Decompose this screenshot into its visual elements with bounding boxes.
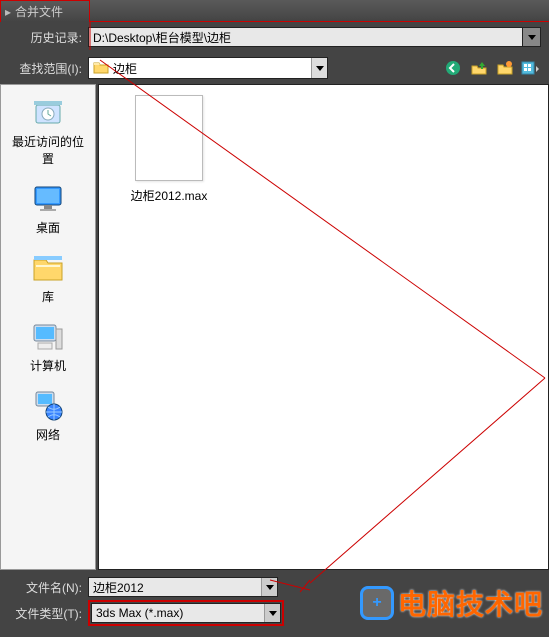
- view-menu-button[interactable]: [521, 58, 541, 78]
- recent-icon: [30, 95, 66, 131]
- history-dropdown-button[interactable]: [523, 27, 541, 47]
- file-item[interactable]: 边柜2012.max: [119, 95, 219, 204]
- filename-dropdown-button[interactable]: [261, 578, 277, 596]
- title-caret-icon: ▸: [5, 5, 11, 19]
- file-name-label: 边柜2012.max: [119, 187, 219, 204]
- filename-combo[interactable]: [88, 577, 278, 597]
- title-bar-rest: [90, 0, 549, 22]
- file-thumbnail-icon: [135, 95, 203, 181]
- sidebar-item-computer[interactable]: 计算机: [8, 317, 88, 376]
- filename-input[interactable]: [89, 580, 261, 594]
- sidebar-item-label: 库: [42, 288, 54, 305]
- filename-label: 文件名(N):: [8, 579, 88, 596]
- filename-row: 文件名(N):: [8, 577, 541, 597]
- main-area: 最近访问的位置 桌面 库 计算机 网络 边柜2012.max: [0, 84, 549, 570]
- history-row: 历史记录:: [0, 22, 549, 52]
- computer-icon: [30, 319, 66, 355]
- back-button[interactable]: [443, 58, 463, 78]
- sidebar-item-recent[interactable]: 最近访问的位置: [8, 93, 88, 169]
- lookin-text: 边柜: [113, 60, 311, 77]
- sidebar-item-label: 计算机: [30, 357, 66, 374]
- filetype-label: 文件类型(T):: [8, 605, 88, 622]
- chevron-down-icon: [528, 35, 536, 40]
- libraries-icon: [30, 250, 66, 286]
- sidebar-item-desktop[interactable]: 桌面: [8, 179, 88, 238]
- lookin-dropdown-button[interactable]: [311, 58, 327, 78]
- sidebar-item-label: 桌面: [36, 219, 60, 236]
- lookin-label: 查找范围(I):: [8, 60, 88, 77]
- chevron-down-icon: [269, 611, 277, 616]
- sidebar-item-libraries[interactable]: 库: [8, 248, 88, 307]
- filetype-row: 文件类型(T):: [8, 600, 541, 626]
- up-icon: [471, 60, 487, 76]
- sidebar-item-network[interactable]: 网络: [8, 386, 88, 445]
- back-icon: [445, 60, 461, 76]
- network-icon: [30, 388, 66, 424]
- filetype-dropdown-button[interactable]: [264, 604, 280, 622]
- filetype-combo[interactable]: [91, 603, 281, 623]
- history-label: 历史记录:: [8, 29, 88, 46]
- new-folder-icon: [497, 60, 513, 76]
- sidebar-item-label: 最近访问的位置: [10, 133, 86, 167]
- window-title: 合并文件: [15, 3, 63, 20]
- chevron-down-icon: [316, 66, 324, 71]
- up-button[interactable]: [469, 58, 489, 78]
- places-sidebar: 最近访问的位置 桌面 库 计算机 网络: [0, 84, 96, 570]
- lookin-row: 查找范围(I): 边柜: [0, 52, 549, 84]
- new-folder-button[interactable]: [495, 58, 515, 78]
- lookin-combo[interactable]: 边柜: [88, 57, 328, 79]
- filetype-input[interactable]: [92, 606, 264, 620]
- view-menu-icon: [521, 60, 541, 76]
- sidebar-item-label: 网络: [36, 426, 60, 443]
- desktop-icon: [30, 181, 66, 217]
- chevron-down-icon: [266, 585, 274, 590]
- bottom-panel: 文件名(N): 文件类型(T):: [0, 570, 549, 633]
- file-list-area[interactable]: 边柜2012.max: [98, 84, 549, 570]
- folder-icon: [93, 60, 109, 77]
- history-input[interactable]: [88, 27, 523, 47]
- title-bar: ▸ 合并文件: [0, 0, 90, 22]
